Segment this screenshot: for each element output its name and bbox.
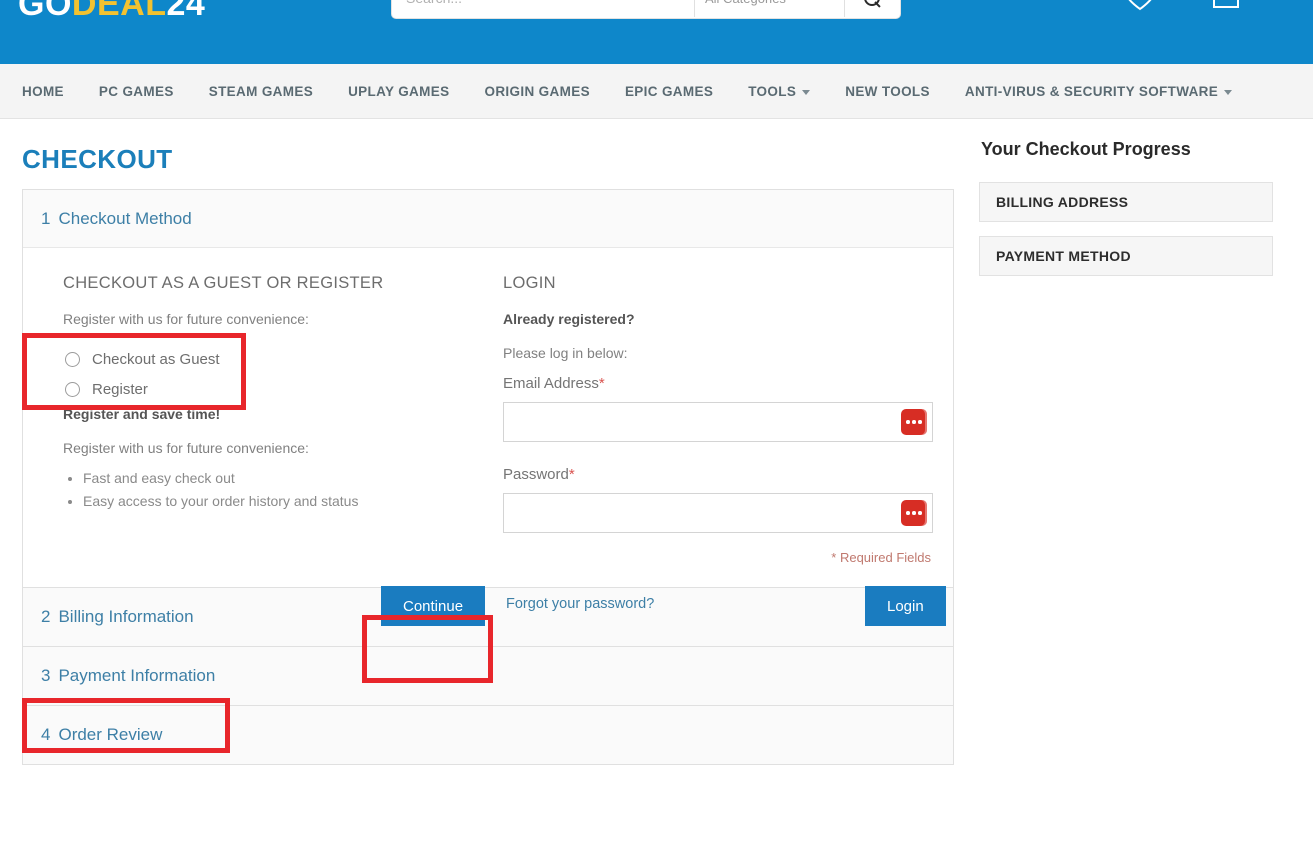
- email-field-wrapper: [503, 402, 933, 442]
- search-bar: All Categories: [392, 0, 900, 18]
- logo-part-go: GO: [18, 0, 72, 23]
- nav-label: PC GAMES: [99, 84, 174, 99]
- cart-icon[interactable]: [1209, 0, 1243, 12]
- logo-part-24: 24: [166, 0, 205, 23]
- email-field[interactable]: [503, 402, 933, 442]
- checkout-progress-sidebar: Your Checkout Progress BILLING ADDRESS P…: [979, 139, 1273, 290]
- radio-register[interactable]: Register: [65, 381, 491, 398]
- list-item: Easy access to your order history and st…: [83, 493, 491, 509]
- step-header-order-review[interactable]: 4 Order Review: [23, 706, 953, 764]
- search-category-select[interactable]: All Categories: [694, 0, 844, 17]
- guest-register-intro: Register with us for future convenience:: [63, 311, 491, 327]
- nav-label: UPLAY GAMES: [348, 84, 449, 99]
- nav-label: TOOLS: [748, 84, 796, 99]
- nav-item-new-tools[interactable]: NEW TOOLS: [845, 84, 930, 99]
- required-marker: *: [569, 466, 575, 483]
- site-header: GODEAL24 All Categories: [0, 0, 1313, 64]
- site-logo[interactable]: GODEAL24: [18, 0, 205, 24]
- page-root: GODEAL24 All Categories: [0, 0, 1313, 868]
- nav-item-pc-games[interactable]: PC GAMES: [99, 84, 174, 99]
- please-log-in-text: Please log in below:: [503, 345, 933, 361]
- continue-button[interactable]: Continue: [381, 586, 485, 626]
- nav-label: EPIC GAMES: [625, 84, 713, 99]
- step-number: 3: [41, 666, 50, 686]
- lastpass-icon[interactable]: [901, 500, 927, 526]
- step-number: 1: [41, 209, 50, 229]
- step-number: 4: [41, 725, 50, 745]
- password-field[interactable]: [503, 493, 933, 533]
- nav-label: STEAM GAMES: [209, 84, 313, 99]
- lastpass-icon[interactable]: [901, 409, 927, 435]
- already-registered-text: Already registered?: [503, 311, 933, 327]
- register-benefits-list: Fast and easy check out Easy access to y…: [63, 470, 491, 509]
- sidebar-card-payment-method[interactable]: PAYMENT METHOD: [979, 236, 1273, 276]
- list-item: Fast and easy check out: [83, 470, 491, 486]
- register-save-time-intro: Register with us for future convenience:: [63, 440, 491, 456]
- sidebar-card-label: BILLING ADDRESS: [996, 194, 1128, 210]
- login-panel: LOGIN Already registered? Please log in …: [491, 274, 933, 557]
- radio-circle-icon: [65, 352, 80, 367]
- nav-item-uplay-games[interactable]: UPLAY GAMES: [348, 84, 449, 99]
- sidebar-card-label: PAYMENT METHOD: [996, 248, 1131, 264]
- sidebar-card-billing-address[interactable]: BILLING ADDRESS: [979, 182, 1273, 222]
- nav-label: HOME: [22, 84, 64, 99]
- search-button[interactable]: [844, 0, 900, 17]
- step-order-review: 4 Order Review: [22, 705, 954, 765]
- step-header-payment-information[interactable]: 3 Payment Information: [23, 647, 953, 705]
- nav-label: ANTI-VIRUS & SECURITY SOFTWARE: [965, 84, 1218, 99]
- guest-register-heading: CHECKOUT AS A GUEST OR REGISTER: [63, 274, 491, 293]
- password-label: Password*: [503, 466, 933, 483]
- nav-item-tools[interactable]: TOOLS: [748, 84, 810, 99]
- page-title: CHECKOUT: [22, 144, 173, 175]
- step-label: Payment Information: [58, 666, 215, 686]
- nav-item-origin-games[interactable]: ORIGIN GAMES: [484, 84, 589, 99]
- step-label: Order Review: [58, 725, 162, 745]
- step-actions: Continue Forgot your password? Login: [23, 578, 953, 634]
- email-label: Email Address*: [503, 375, 933, 392]
- main-content: CHECKOUT 1 Checkout Method CHECKOUT AS A…: [0, 119, 1313, 868]
- nav-item-epic-games[interactable]: EPIC GAMES: [625, 84, 713, 99]
- step-header-checkout-method[interactable]: 1 Checkout Method: [23, 190, 953, 248]
- nav-label: ORIGIN GAMES: [484, 84, 589, 99]
- register-save-time-heading: Register and save time!: [63, 406, 491, 422]
- guest-register-panel: CHECKOUT AS A GUEST OR REGISTER Register…: [43, 274, 491, 557]
- checkout-steps-column: 1 Checkout Method CHECKOUT AS A GUEST OR…: [22, 189, 954, 764]
- step-payment-information: 3 Payment Information: [22, 646, 954, 706]
- main-navigation: HOME PC GAMES STEAM GAMES UPLAY GAMES OR…: [0, 64, 1313, 119]
- forgot-password-link[interactable]: Forgot your password?: [506, 596, 654, 612]
- logo-part-deal: DEAL: [72, 0, 167, 23]
- nav-item-home[interactable]: HOME: [22, 84, 64, 99]
- step-label: Checkout Method: [58, 209, 191, 229]
- chevron-down-icon: [1224, 90, 1232, 95]
- radio-circle-icon: [65, 382, 80, 397]
- step-checkout-method: 1 Checkout Method CHECKOUT AS A GUEST OR…: [22, 189, 954, 588]
- required-fields-note: * Required Fields: [831, 550, 931, 565]
- email-label-text: Email Address: [503, 375, 599, 392]
- login-heading: LOGIN: [503, 274, 933, 293]
- nav-label: NEW TOOLS: [845, 84, 930, 99]
- heart-icon[interactable]: [1123, 0, 1157, 12]
- required-marker: *: [599, 375, 605, 392]
- nav-item-steam-games[interactable]: STEAM GAMES: [209, 84, 313, 99]
- step-body-checkout-method: CHECKOUT AS A GUEST OR REGISTER Register…: [23, 248, 953, 587]
- radio-label: Checkout as Guest: [92, 351, 220, 368]
- search-icon: [864, 0, 881, 7]
- password-label-text: Password: [503, 466, 569, 483]
- nav-item-anti-virus-security-software[interactable]: ANTI-VIRUS & SECURITY SOFTWARE: [965, 84, 1232, 99]
- header-icon-group: [1123, 0, 1243, 12]
- search-input[interactable]: [392, 0, 694, 17]
- radio-label: Register: [92, 381, 148, 398]
- password-field-wrapper: [503, 493, 933, 533]
- radio-checkout-as-guest[interactable]: Checkout as Guest: [65, 351, 491, 368]
- checkout-method-radio-group: Checkout as Guest Register: [63, 341, 491, 406]
- chevron-down-icon: [802, 90, 810, 95]
- sidebar-title: Your Checkout Progress: [981, 139, 1273, 160]
- login-button[interactable]: Login: [865, 586, 946, 626]
